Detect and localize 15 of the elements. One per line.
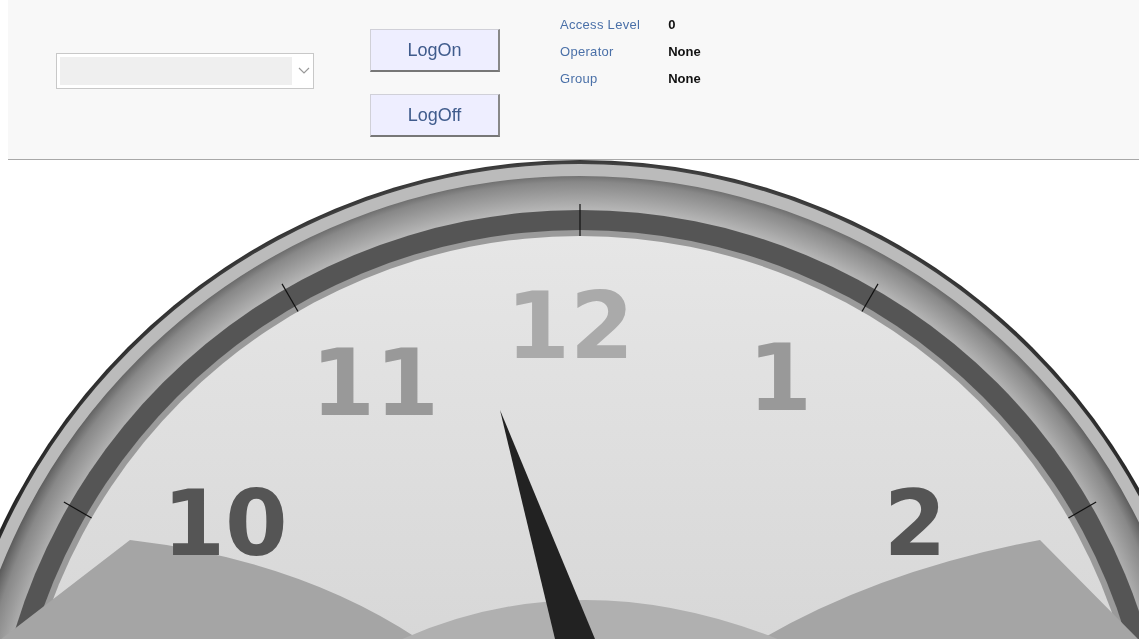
info-label: Operator (560, 44, 615, 59)
clock-numeral: 1 (748, 325, 812, 432)
clock-numeral: 11 (311, 330, 439, 437)
info-value: None (668, 44, 701, 59)
info-label: Group (560, 71, 599, 86)
clock-numeral: 10 (162, 471, 288, 576)
info-value: None (668, 71, 701, 86)
chevron-down-icon (298, 67, 310, 75)
clock-numeral: 2 (883, 471, 947, 576)
logon-button[interactable]: LogOn (370, 29, 500, 72)
logoff-button[interactable]: LogOff (370, 94, 500, 137)
info-value: 0 (668, 17, 677, 32)
clock-numeral: 12 (506, 273, 634, 380)
info-label: Access Level (560, 17, 641, 32)
user-dropdown[interactable] (56, 53, 314, 89)
